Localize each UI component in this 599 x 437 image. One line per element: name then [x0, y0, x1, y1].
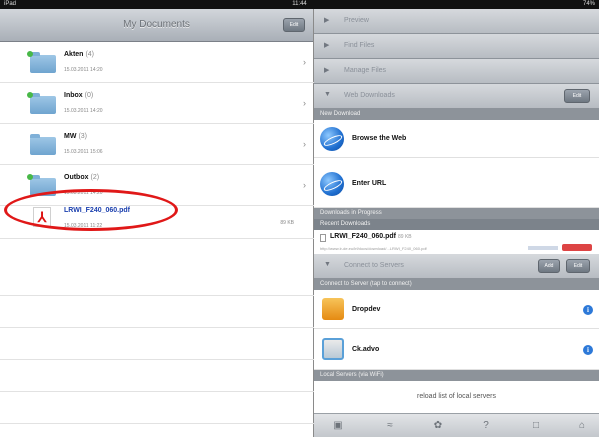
status-bar: iPad 11:44 74% — [0, 0, 599, 9]
item-name: Inbox (0) — [64, 92, 94, 99]
enter-url-label: Enter URL — [352, 180, 387, 187]
edit-button[interactable]: Edit — [283, 18, 305, 32]
enter-url-row[interactable]: Enter URL — [314, 158, 599, 208]
section-label: Connect to Servers — [344, 262, 404, 269]
globe-icon — [320, 172, 344, 196]
download-url: http://www.lr-de.eu/lrf/docs/download/..… — [320, 246, 427, 251]
info-icon[interactable]: i — [583, 305, 593, 315]
add-server-button[interactable]: Add — [538, 259, 560, 273]
empty-row — [0, 392, 314, 424]
item-date: 15.03.2011 14:20 — [64, 67, 103, 73]
settings-icon[interactable]: ✿ — [430, 419, 446, 433]
local-servers-header: Local Servers (via WiFi) — [314, 370, 599, 381]
section-find-files[interactable]: ▶ Find Files — [314, 34, 599, 59]
empty-row — [0, 360, 314, 392]
documents-navbar: My Documents Edit — [0, 9, 313, 42]
triangle-right-icon: ▶ — [324, 42, 330, 49]
recent-downloads-header: Recent Downloads — [314, 219, 599, 230]
red-highlight-annotation — [4, 189, 178, 231]
camera-icon[interactable]: ▣ — [330, 419, 346, 433]
new-download-header: New Download — [314, 109, 599, 120]
section-label: Manage Files — [344, 67, 387, 74]
downloads-in-progress-header: Downloads in Progress — [314, 208, 599, 219]
section-label: Find Files — [344, 42, 375, 49]
cancel-download-button[interactable] — [562, 244, 592, 251]
item-date: 15.03.2011 15:06 — [64, 149, 103, 155]
triangle-down-icon: ▼ — [324, 91, 331, 98]
chevron-right-icon: › — [303, 139, 306, 149]
chevron-right-icon: › — [303, 57, 306, 67]
folder-icon — [27, 92, 56, 114]
file-size: 89 KB — [280, 220, 294, 226]
chevron-right-icon: › — [303, 98, 306, 108]
empty-row — [0, 296, 314, 328]
empty-row — [0, 264, 314, 296]
server-name: Dropdev — [352, 306, 381, 313]
section-label: Preview — [344, 17, 369, 24]
item-name: Outbox (2) — [64, 174, 100, 181]
globe-icon — [320, 127, 344, 151]
section-connect-servers[interactable]: ▼ Connect to Servers Add Edit — [314, 254, 599, 279]
wifi-icon[interactable]: ≈ — [382, 419, 398, 433]
browse-web-row[interactable]: Browse the Web — [314, 120, 599, 158]
connect-server-header: Connect to Server (tap to connect) — [314, 279, 599, 290]
item-date: 15.03.2011 14:20 — [64, 108, 103, 114]
section-label: Web Downloads — [344, 92, 395, 99]
file-icon — [320, 234, 326, 242]
download-row[interactable]: LRWI_F240_060.pdf 89 KB http://www.lr-de.… — [314, 230, 599, 254]
section-manage-files[interactable]: ▶ Manage Files — [314, 59, 599, 84]
section-preview[interactable]: ▶ Preview — [314, 9, 599, 34]
browse-web-label: Browse the Web — [352, 135, 407, 142]
triangle-down-icon: ▼ — [324, 261, 331, 268]
section-web-downloads[interactable]: ▼ Web Downloads Edit — [314, 84, 599, 109]
server-row-dropdev[interactable]: Dropdev i — [314, 290, 599, 329]
triangle-right-icon: ▶ — [324, 17, 330, 24]
empty-row — [0, 328, 314, 360]
server-icon — [322, 338, 344, 360]
info-icon[interactable]: i — [583, 345, 593, 355]
server-row-ckadvo[interactable]: Ck.advo i — [314, 329, 599, 370]
folder-icon — [30, 134, 56, 155]
folder-row-akten[interactable]: Akten (4) 15.03.2011 14:20 › — [0, 42, 314, 83]
folder-row-mw[interactable]: MW (3) 15.03.2011 15:06 › — [0, 124, 314, 165]
download-name: LRWI_F240_060.pdf 89 KB — [330, 233, 412, 240]
folder-icon — [27, 51, 56, 73]
battery-indicator: 74% — [582, 1, 595, 7]
download-progress — [528, 246, 558, 250]
item-name: Akten (4) — [64, 51, 95, 58]
help-icon[interactable]: ? — [478, 419, 494, 433]
item-name: MW (3) — [64, 133, 88, 140]
clock: 11:44 — [292, 1, 307, 7]
lock-icon[interactable]: ⌂ — [574, 419, 590, 433]
page-title: My Documents — [123, 19, 190, 30]
triangle-right-icon: ▶ — [324, 67, 330, 74]
web-downloads-edit-button[interactable]: Edit — [564, 89, 590, 103]
reload-local-servers-button[interactable]: reload list of local servers — [314, 381, 599, 413]
share-icon[interactable]: □ — [528, 419, 544, 433]
chevron-right-icon: › — [303, 180, 306, 190]
bottom-toolbar: ▣ ≈ ✿ ? □ ⌂ — [314, 413, 599, 437]
server-name: Ck.advo — [352, 346, 380, 353]
dropbox-folder-icon — [322, 298, 344, 320]
options-pane: ▶ Preview ▶ Find Files ▶ Manage Files ▼ … — [314, 9, 599, 437]
folder-row-inbox[interactable]: Inbox (0) 15.03.2011 14:20 › — [0, 83, 314, 124]
edit-servers-button[interactable]: Edit — [566, 259, 590, 273]
